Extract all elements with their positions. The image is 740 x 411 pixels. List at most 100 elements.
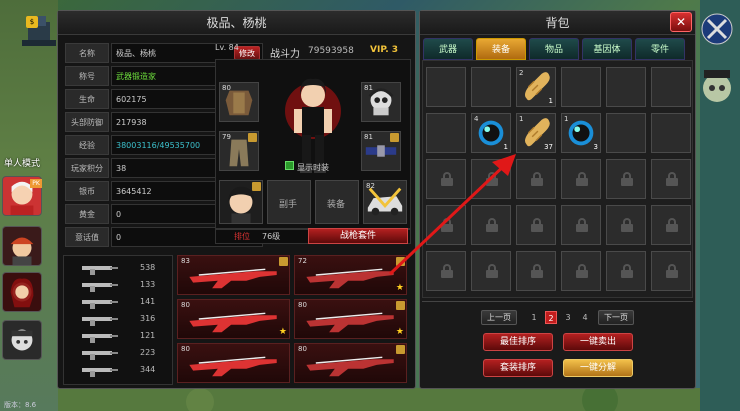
rifle-icon <box>306 356 394 377</box>
gun-icon <box>82 317 118 326</box>
weapon-list-value: 133 <box>140 280 156 289</box>
close-button[interactable]: ✕ <box>670 12 692 32</box>
bag-tab[interactable]: 物品 <box>529 38 579 60</box>
empty-cell[interactable] <box>651 113 691 153</box>
lock-icon <box>531 218 543 232</box>
avatar-button-4[interactable] <box>2 320 42 360</box>
rifle-icon <box>306 312 394 333</box>
locked-cell[interactable] <box>606 205 646 245</box>
avatar-button-3[interactable] <box>2 272 42 312</box>
lock-icon <box>576 218 588 232</box>
weapon-list-value: 223 <box>140 348 156 357</box>
gun-card[interactable]: 80 <box>294 343 407 383</box>
avatar-button-2[interactable] <box>2 226 42 266</box>
prev-page-button[interactable]: 上一页 <box>481 310 517 325</box>
swords-icon[interactable] <box>700 12 734 46</box>
outfit-slot[interactable]: 装备 <box>315 180 359 224</box>
gift-icon[interactable]: $ <box>26 16 38 28</box>
lock-badge-icon <box>396 345 405 354</box>
gun-card[interactable]: 83 <box>177 255 290 295</box>
gun-icon <box>82 368 118 377</box>
page-number[interactable]: 2 <box>545 311 557 324</box>
gun-card[interactable]: 80 ★ <box>294 299 407 339</box>
lock-icon <box>621 218 633 232</box>
bag-tab[interactable]: 基因体 <box>582 38 632 60</box>
locked-cell[interactable] <box>561 251 601 291</box>
bag-item-cell[interactable]: 13 <box>561 113 601 153</box>
helmet-slot[interactable]: 81 <box>361 82 401 122</box>
skull-helmet-icon <box>368 88 394 116</box>
locked-cell[interactable] <box>561 159 601 199</box>
item-level: 1 <box>519 115 524 123</box>
lock-icon <box>666 172 678 186</box>
item-level: 2 <box>519 69 524 77</box>
gun-card[interactable]: 80 ★ <box>177 299 290 339</box>
suit-sort-button[interactable]: 套装排序 <box>483 359 553 377</box>
locked-cell[interactable] <box>606 159 646 199</box>
portrait-slot[interactable] <box>219 180 263 224</box>
quick-sell-button[interactable]: 一键卖出 <box>563 333 633 351</box>
star-icon: ★ <box>395 327 404 337</box>
page-number[interactable]: 3 <box>562 311 574 324</box>
item-count: 3 <box>593 143 598 151</box>
page-number[interactable]: 1 <box>528 311 540 324</box>
rifle-icon <box>189 268 277 289</box>
lock-icon <box>666 218 678 232</box>
show-fashion-checkbox[interactable] <box>285 161 294 170</box>
page-number[interactable]: 4 <box>579 311 591 324</box>
stat-label: 银币 <box>65 181 109 201</box>
quick-decompose-button[interactable]: 一键分解 <box>563 359 633 377</box>
gun-icon <box>82 300 118 309</box>
sub-weapon-slot[interactable]: 副手 <box>267 180 311 224</box>
gun-icon <box>82 266 118 275</box>
empty-cell[interactable] <box>561 67 601 107</box>
pk-badge: PK <box>30 179 42 188</box>
best-sort-button[interactable]: 最佳排序 <box>483 333 553 351</box>
bag-tab[interactable]: 武器 <box>423 38 473 60</box>
rifle-icon <box>189 312 277 333</box>
locked-cell[interactable] <box>561 205 601 245</box>
stat-label: 玩家积分 <box>65 158 109 178</box>
empty-cell[interactable] <box>651 67 691 107</box>
weapon-list-value: 538 <box>140 263 156 272</box>
mode-label: 单人模式 <box>4 159 41 169</box>
item-count: 37 <box>544 143 553 151</box>
lock-icon <box>531 264 543 278</box>
gun-card[interactable]: 80 <box>177 343 290 383</box>
lock-icon <box>576 172 588 186</box>
bag-item-cell[interactable]: 21 <box>516 67 556 107</box>
locked-cell[interactable] <box>651 205 691 245</box>
locked-cell[interactable] <box>651 251 691 291</box>
empty-cell[interactable] <box>471 67 511 107</box>
item-count: 1 <box>548 97 553 105</box>
show-fashion-label: 显示时装 <box>297 163 329 172</box>
rifle-icon <box>189 356 277 377</box>
zombie-icon[interactable] <box>698 66 736 104</box>
character-panel-title: 极品、杨桃 <box>58 11 415 35</box>
bag-tab[interactable]: 零件 <box>635 38 685 60</box>
empty-cell[interactable] <box>606 67 646 107</box>
weapon-list-value: 141 <box>140 297 156 306</box>
empty-cell[interactable] <box>606 113 646 153</box>
weapon-list-value: 316 <box>140 314 156 323</box>
stat-label: 经验 <box>65 135 109 155</box>
stat-label: 生命 <box>65 89 109 109</box>
bag-tab[interactable]: 装备 <box>476 38 526 60</box>
armor-icon <box>225 90 253 116</box>
level-label: Lv. 84 <box>215 43 239 52</box>
lock-icon <box>531 172 543 186</box>
empty-cell[interactable] <box>426 67 466 107</box>
stat-label: 意话值 <box>65 227 109 247</box>
stat-label: 称号 <box>65 66 109 86</box>
weapon-list-value: 121 <box>140 331 156 340</box>
next-page-button[interactable]: 下一页 <box>598 310 634 325</box>
annotation-arrow <box>388 154 516 276</box>
pants-slot[interactable]: 79 <box>219 131 259 171</box>
armor-slot[interactable]: 80 <box>219 82 259 122</box>
lock-badge-icon <box>248 133 257 142</box>
star-icon: ★ <box>278 327 287 337</box>
item-level: 4 <box>474 115 479 123</box>
locked-cell[interactable] <box>606 251 646 291</box>
locked-cell[interactable] <box>651 159 691 199</box>
weapon-list-value: 344 <box>140 365 156 374</box>
